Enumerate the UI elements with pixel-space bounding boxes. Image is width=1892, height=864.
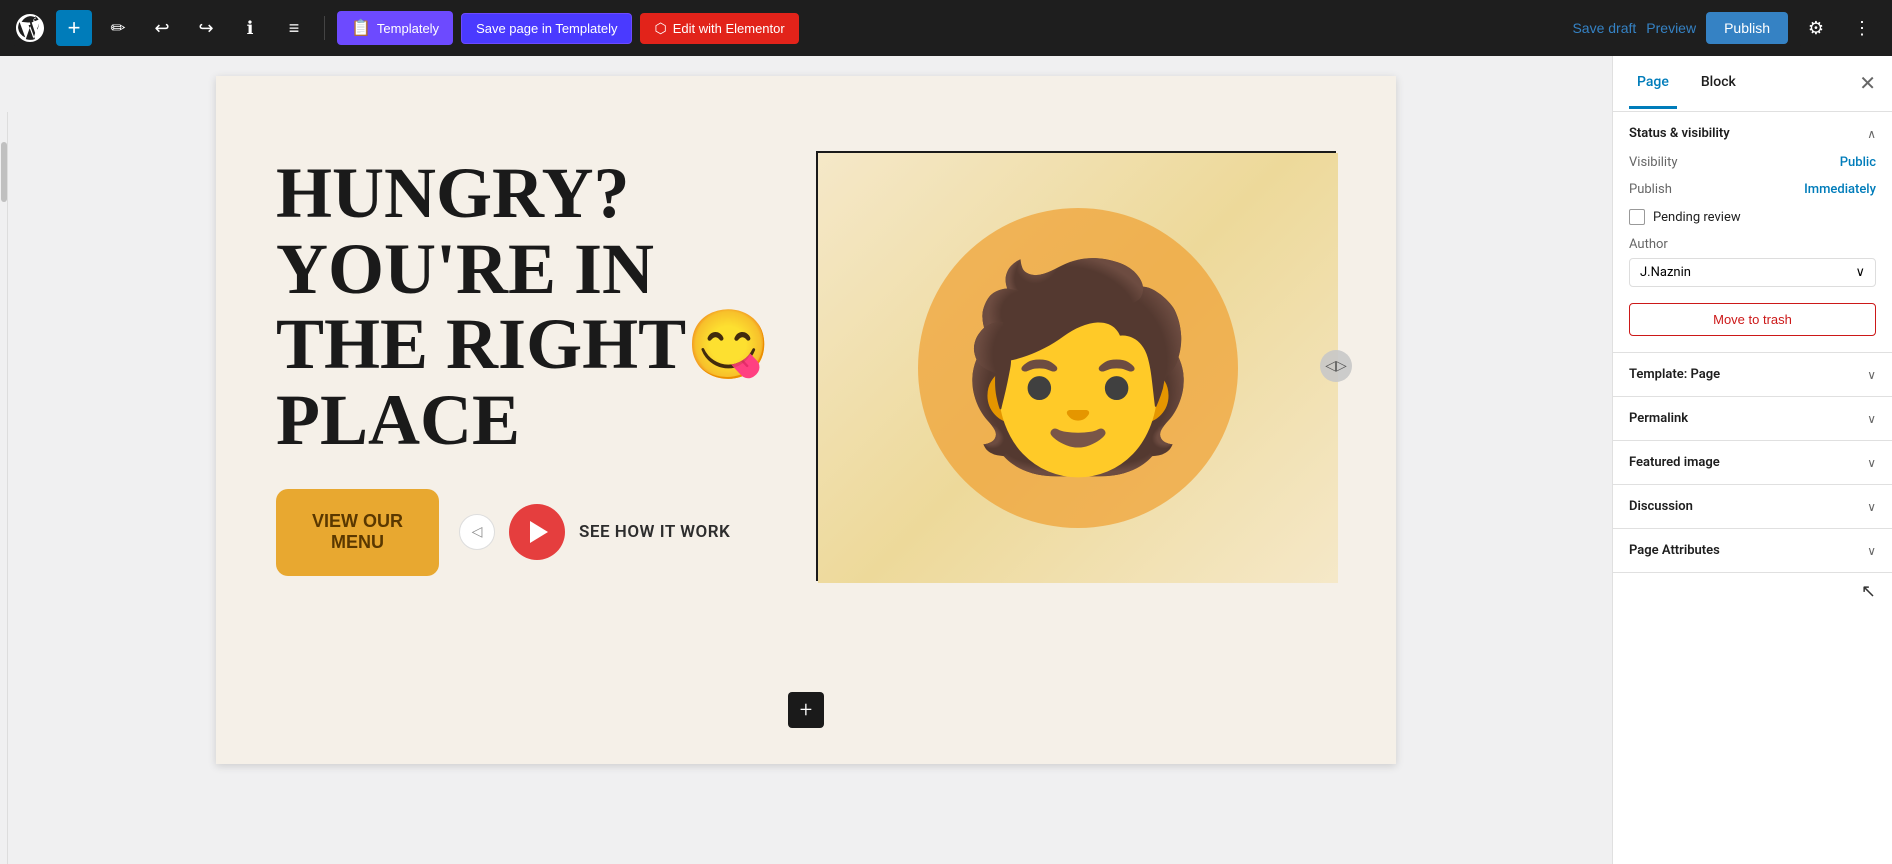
discussion-title: Discussion xyxy=(1629,499,1693,514)
tab-block[interactable]: Block xyxy=(1693,58,1744,109)
canvas-area[interactable]: HUNGRY? YOU'RE IN THE RIGHT😋 PLACE VIEW … xyxy=(0,56,1612,864)
toolbar-separator xyxy=(324,16,325,40)
templately-icon: 📋 xyxy=(351,18,371,38)
add-block-button[interactable]: + xyxy=(788,692,824,728)
left-scrollbar[interactable] xyxy=(0,112,8,864)
featured-image-title: Featured image xyxy=(1629,455,1720,470)
template-section-header[interactable]: Template: Page ∨ xyxy=(1613,353,1892,396)
visibility-row: Visibility Public xyxy=(1629,155,1876,170)
tools-button[interactable]: ✏ xyxy=(100,10,136,46)
pending-review-row: Pending review xyxy=(1629,209,1876,225)
tab-page[interactable]: Page xyxy=(1629,58,1677,109)
wp-logo[interactable] xyxy=(12,10,48,46)
status-visibility-body: Visibility Public Publish Immediately Pe… xyxy=(1613,155,1892,352)
templately-button[interactable]: 📋 Templately xyxy=(337,11,453,45)
more-options-button[interactable]: ⋮ xyxy=(1844,10,1880,46)
heading-emoji: 😋 xyxy=(686,307,771,383)
status-visibility-chevron: ∧ xyxy=(1867,127,1876,141)
sidebar-close-button[interactable]: ✕ xyxy=(1859,74,1876,94)
heading-line3: THE RIGHT xyxy=(276,304,686,384)
move-to-trash-button[interactable]: Move to trash xyxy=(1629,303,1876,336)
pending-review-checkbox[interactable] xyxy=(1629,209,1645,225)
view-menu-button[interactable]: VIEW OUR MENU xyxy=(276,489,439,576)
elementor-button[interactable]: ⬡ Edit with Elementor xyxy=(640,13,798,44)
template-title: Template: Page xyxy=(1629,367,1720,382)
heading-line4: PLACE xyxy=(276,380,520,460)
main-area: HUNGRY? YOU'RE IN THE RIGHT😋 PLACE VIEW … xyxy=(0,56,1892,864)
templately-label: Templately xyxy=(377,21,439,36)
hero-section: HUNGRY? YOU'RE IN THE RIGHT😋 PLACE VIEW … xyxy=(216,76,1396,656)
play-button[interactable] xyxy=(509,504,565,560)
author-select[interactable]: J.Naznin ∨ xyxy=(1629,258,1876,287)
left-scrollbar-thumb[interactable] xyxy=(1,142,7,202)
page-attributes-header[interactable]: Page Attributes ∨ xyxy=(1613,529,1892,572)
save-templately-label: Save page in Templately xyxy=(476,21,617,36)
sidebar-header: Page Block ✕ xyxy=(1613,56,1892,112)
hero-buttons: VIEW OUR MENU ◁ SEE HOW IT WORK xyxy=(276,489,796,576)
hero-left: HUNGRY? YOU'RE IN THE RIGHT😋 PLACE VIEW … xyxy=(276,156,816,576)
discussion-chevron: ∨ xyxy=(1867,500,1876,514)
publish-field-label: Publish xyxy=(1629,182,1672,197)
featured-image-section: Featured image ∨ xyxy=(1613,441,1892,485)
permalink-chevron: ∨ xyxy=(1867,412,1876,426)
template-section: Template: Page ∨ xyxy=(1613,353,1892,397)
cursor-icon: ↖ xyxy=(1861,581,1876,602)
undo-button[interactable]: ↩ xyxy=(144,10,180,46)
status-visibility-section: Status & visibility ∧ Visibility Public … xyxy=(1613,112,1892,353)
see-how-text: SEE HOW IT WORK xyxy=(579,522,730,542)
author-row: Author J.Naznin ∨ xyxy=(1629,237,1876,287)
author-label: Author xyxy=(1629,237,1876,252)
cursor-area: ↖ xyxy=(1613,573,1892,610)
play-section: ◁ SEE HOW IT WORK xyxy=(459,504,730,560)
toolbar: + ✏ ↩ ↪ ℹ ≡ 📋 Templately Save page in Te… xyxy=(0,0,1892,56)
heading-line1: HUNGRY? xyxy=(276,153,629,233)
arrow-nav-left[interactable]: ◁ xyxy=(459,514,495,550)
permalink-section-header[interactable]: Permalink ∨ xyxy=(1613,397,1892,440)
delivery-person: 🧑 xyxy=(818,153,1338,583)
add-block-toolbar-button[interactable]: + xyxy=(56,10,92,46)
elementor-icon: ⬡ xyxy=(654,20,666,37)
author-select-chevron: ∨ xyxy=(1855,265,1865,280)
featured-image-header[interactable]: Featured image ∨ xyxy=(1613,441,1892,484)
hero-heading: HUNGRY? YOU'RE IN THE RIGHT😋 PLACE xyxy=(276,156,796,458)
redo-button[interactable]: ↪ xyxy=(188,10,224,46)
pending-review-label: Pending review xyxy=(1653,210,1741,225)
save-draft-button[interactable]: Save draft xyxy=(1572,20,1636,36)
toolbar-right: Save draft Preview Publish ⚙ ⋮ xyxy=(1572,10,1880,46)
page-canvas: HUNGRY? YOU'RE IN THE RIGHT😋 PLACE VIEW … xyxy=(216,76,1396,764)
pizza-illustration: 🛵 🧑 xyxy=(818,153,1338,583)
visibility-value[interactable]: Public xyxy=(1840,155,1876,170)
add-block-area: + xyxy=(216,656,1396,764)
heading-line2: YOU'RE IN xyxy=(276,229,654,309)
info-button[interactable]: ℹ xyxy=(232,10,268,46)
page-attributes-chevron: ∨ xyxy=(1867,544,1876,558)
page-attributes-section: Page Attributes ∨ xyxy=(1613,529,1892,573)
page-attributes-title: Page Attributes xyxy=(1629,543,1720,558)
template-chevron: ∨ xyxy=(1867,368,1876,382)
hero-right[interactable]: 🛵 🧑 ◁▷ xyxy=(816,151,1336,581)
status-visibility-title: Status & visibility xyxy=(1629,126,1730,141)
list-view-button[interactable]: ≡ xyxy=(276,10,312,46)
status-visibility-header[interactable]: Status & visibility ∧ xyxy=(1613,112,1892,155)
publish-button[interactable]: Publish xyxy=(1706,12,1788,44)
sidebar: Page Block ✕ Status & visibility ∧ Visib… xyxy=(1612,56,1892,864)
preview-button[interactable]: Preview xyxy=(1646,20,1696,36)
elementor-label: Edit with Elementor xyxy=(673,21,785,36)
permalink-section: Permalink ∨ xyxy=(1613,397,1892,441)
settings-button[interactable]: ⚙ xyxy=(1798,10,1834,46)
permalink-title: Permalink xyxy=(1629,411,1688,426)
visibility-label: Visibility xyxy=(1629,155,1678,170)
hero-image-box[interactable]: 🛵 🧑 xyxy=(816,151,1336,581)
save-templately-button[interactable]: Save page in Templately xyxy=(461,13,632,44)
publish-row: Publish Immediately xyxy=(1629,182,1876,197)
discussion-section-header[interactable]: Discussion ∨ xyxy=(1613,485,1892,528)
discussion-section: Discussion ∨ xyxy=(1613,485,1892,529)
publish-field-value[interactable]: Immediately xyxy=(1804,182,1876,197)
featured-image-chevron: ∨ xyxy=(1867,456,1876,470)
